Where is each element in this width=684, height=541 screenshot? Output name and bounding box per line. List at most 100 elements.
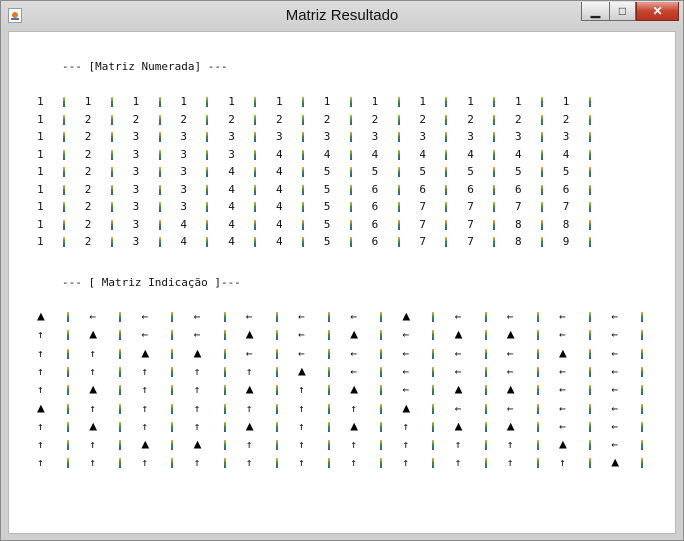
indicacao-cell: ↑ bbox=[402, 419, 410, 433]
indicacao-cell: ← bbox=[141, 310, 149, 323]
column-separator bbox=[641, 385, 644, 396]
column-separator bbox=[432, 458, 435, 469]
column-separator bbox=[445, 184, 448, 195]
numerada-cell: 7 bbox=[467, 217, 474, 231]
column-separator bbox=[445, 114, 448, 125]
column-separator bbox=[110, 202, 113, 212]
indicacao-cell: ↑ bbox=[141, 383, 149, 397]
numerada-cell: 1 bbox=[467, 95, 474, 108]
column-separator bbox=[171, 440, 174, 451]
indicacao-cell: ↑ bbox=[193, 364, 201, 378]
column-separator bbox=[119, 385, 122, 396]
indicacao-cell: ↑ bbox=[298, 401, 305, 415]
column-separator bbox=[223, 440, 226, 451]
indicacao-cell: ▲ bbox=[245, 418, 254, 434]
column-separator bbox=[206, 237, 209, 247]
title-bar[interactable]: Matriz Resultado ▁ □ ✕ bbox=[1, 1, 683, 31]
numerada-cell: 3 bbox=[132, 200, 140, 213]
column-separator bbox=[254, 132, 257, 142]
numerada-cell: 3 bbox=[132, 182, 140, 196]
column-separator bbox=[397, 184, 400, 195]
column-separator bbox=[397, 237, 400, 247]
minimize-button[interactable]: ▁ bbox=[581, 2, 609, 21]
column-separator bbox=[589, 403, 591, 414]
column-separator bbox=[302, 149, 304, 160]
indicacao-cell: ↑ bbox=[141, 401, 149, 415]
column-separator bbox=[397, 114, 400, 125]
result-text-area[interactable]: --- [Matriz Numerada] --- 1 1 1 1 1 1 1 1 1 1 1 1 1 2… bbox=[8, 31, 676, 534]
column-separator bbox=[445, 97, 448, 107]
column-separator bbox=[349, 237, 352, 247]
indicacao-cell: ↑ bbox=[141, 364, 149, 378]
column-separator bbox=[380, 366, 383, 377]
numerada-cell: 3 bbox=[132, 217, 140, 231]
numerada-cell: 6 bbox=[371, 200, 379, 213]
column-separator bbox=[432, 440, 435, 451]
numerada-cell: 5 bbox=[467, 165, 474, 178]
numerada-cell: 5 bbox=[323, 182, 331, 196]
numerada-cell: 1 bbox=[37, 165, 44, 178]
numerada-cell: 2 bbox=[276, 112, 283, 126]
column-separator bbox=[110, 132, 113, 142]
column-separator bbox=[432, 348, 435, 359]
indicacao-cell: ▲ bbox=[402, 400, 411, 416]
column-separator bbox=[171, 348, 174, 359]
indicacao-cell: ↑ bbox=[89, 364, 96, 378]
indicacao-cell: ▲ bbox=[506, 327, 515, 343]
indicacao-cell: ← bbox=[298, 346, 305, 360]
indicacao-cell: ▲ bbox=[350, 327, 359, 343]
column-separator bbox=[484, 366, 487, 377]
column-separator bbox=[589, 366, 591, 377]
column-separator bbox=[254, 97, 257, 107]
column-separator bbox=[588, 149, 591, 160]
close-button[interactable]: ✕ bbox=[636, 2, 679, 21]
indicacao-cell: ↑ bbox=[193, 401, 201, 415]
indicacao-cell: ← bbox=[193, 328, 201, 342]
column-separator bbox=[641, 348, 644, 359]
column-separator bbox=[380, 440, 383, 451]
indicacao-cell: ▲ bbox=[454, 382, 463, 398]
numerada-cell: 4 bbox=[228, 182, 235, 196]
column-separator bbox=[67, 312, 69, 322]
column-separator bbox=[349, 167, 352, 177]
numerada-cell: 3 bbox=[180, 182, 188, 196]
indicacao-cell: ← bbox=[298, 328, 305, 342]
column-separator bbox=[223, 385, 226, 396]
indicacao-cell: ← bbox=[506, 401, 514, 415]
numerada-cell: 9 bbox=[562, 235, 570, 248]
numerada-cell: 2 bbox=[132, 112, 140, 126]
indicacao-cell: ← bbox=[611, 310, 618, 323]
column-separator bbox=[349, 114, 352, 125]
numerada-cell: 4 bbox=[276, 147, 283, 161]
numerada-cell: 1 bbox=[37, 147, 44, 161]
indicacao-cell: ← bbox=[611, 401, 618, 415]
column-separator bbox=[588, 219, 591, 230]
column-separator bbox=[536, 330, 539, 341]
indicacao-cell: ▲ bbox=[37, 309, 45, 324]
numerada-cell: 1 bbox=[37, 182, 44, 196]
column-separator bbox=[328, 348, 330, 359]
column-separator bbox=[589, 385, 591, 396]
numerada-cell: 4 bbox=[419, 147, 427, 161]
column-separator bbox=[641, 330, 644, 341]
indicacao-cell: ▲ bbox=[141, 345, 150, 361]
column-separator bbox=[349, 132, 352, 142]
numerada-cell: 2 bbox=[84, 112, 92, 126]
numerada-cell: 3 bbox=[132, 235, 140, 248]
column-separator bbox=[119, 348, 122, 359]
column-separator bbox=[110, 167, 113, 177]
numerada-cell: 4 bbox=[515, 147, 522, 161]
numerada-cell: 3 bbox=[323, 130, 331, 143]
indicacao-cell: ← bbox=[245, 310, 253, 323]
column-separator bbox=[328, 403, 330, 414]
column-separator bbox=[110, 219, 113, 230]
numerada-cell: 6 bbox=[371, 217, 379, 231]
column-separator bbox=[380, 458, 383, 469]
column-separator bbox=[67, 403, 69, 414]
column-separator bbox=[588, 167, 591, 177]
column-separator bbox=[63, 132, 65, 142]
column-separator bbox=[328, 385, 330, 396]
column-separator bbox=[110, 114, 113, 125]
maximize-button[interactable]: □ bbox=[609, 2, 636, 21]
indicacao-cell: ← bbox=[559, 383, 566, 397]
